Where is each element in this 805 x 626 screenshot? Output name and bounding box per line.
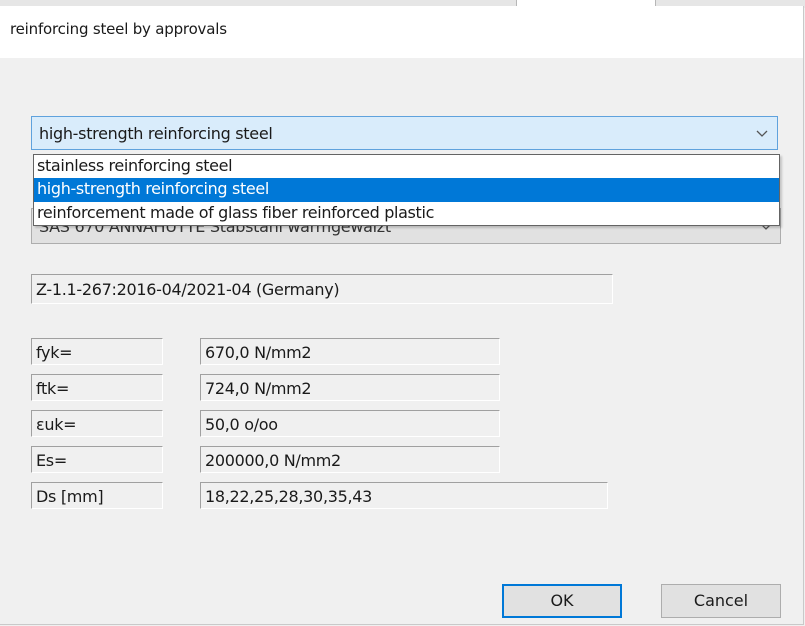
fyk-value: 670,0 N/mm2 bbox=[200, 338, 500, 365]
steel-type-dropdown-list: stainless reinforcing steel high-strengt… bbox=[33, 154, 780, 226]
ftk-value: 724,0 N/mm2 bbox=[200, 374, 500, 401]
ds-label: Ds [mm] bbox=[31, 482, 163, 509]
ftk-label: ftk= bbox=[31, 374, 163, 401]
steel-type-select[interactable]: high-strength reinforcing steel bbox=[31, 116, 778, 150]
steel-type-select-value: high-strength reinforcing steel bbox=[39, 124, 273, 143]
dropdown-option-stainless[interactable]: stainless reinforcing steel bbox=[34, 155, 779, 179]
euk-value: 50,0 o/oo bbox=[200, 410, 500, 437]
dialog: reinforcing steel by approvals SAS 670 A… bbox=[0, 6, 804, 625]
dropdown-option-high-strength[interactable]: high-strength reinforcing steel bbox=[34, 178, 779, 202]
ds-value: 18,22,25,28,30,35,43 bbox=[200, 482, 608, 509]
dropdown-option-glass-fiber[interactable]: reinforcement made of glass fiber reinfo… bbox=[34, 202, 779, 226]
title-bar: reinforcing steel by approvals bbox=[0, 6, 803, 58]
cancel-button[interactable]: Cancel bbox=[661, 584, 781, 618]
dialog-title: reinforcing steel by approvals bbox=[10, 20, 227, 38]
euk-label: ɛuk= bbox=[31, 410, 163, 437]
es-label: Es= bbox=[31, 446, 163, 473]
ok-button[interactable]: OK bbox=[502, 584, 622, 618]
chevron-down-icon bbox=[756, 130, 768, 137]
fyk-label: fyk= bbox=[31, 338, 163, 365]
approval-field: Z-1.1-267:2016-04/2021-04 (Germany) bbox=[31, 274, 613, 304]
es-value: 200000,0 N/mm2 bbox=[200, 446, 500, 473]
